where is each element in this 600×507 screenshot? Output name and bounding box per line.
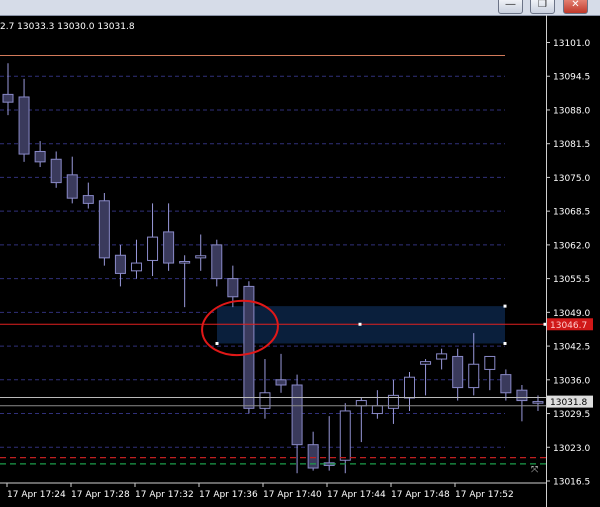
y-tick-label: 13094.5	[553, 73, 590, 83]
current-price-label: 13031.8	[550, 398, 587, 408]
candle-body	[163, 231, 175, 264]
y-tick-label: 13023.0	[553, 444, 590, 454]
candle-body	[50, 158, 62, 184]
y-tick-label: 13088.0	[553, 106, 590, 116]
candle-body	[500, 374, 512, 394]
candle-body	[516, 389, 528, 402]
price-chart[interactable]: 13101.0 13094.5 13088.0 13081.5 13075.0 13068…	[0, 15, 600, 507]
x-tick-label: 17 Apr 17:40	[263, 490, 322, 500]
ohlc-readout: 2.7 13033.3 13030.0 13031.8	[0, 22, 135, 32]
candle-body	[211, 244, 223, 280]
candle-body	[420, 361, 432, 365]
candle-body	[114, 254, 126, 274]
maximize-button[interactable]: ❐	[530, 0, 555, 14]
y-tick-label: 13029.5	[553, 410, 590, 420]
candle-body	[532, 401, 544, 404]
candle-body	[227, 278, 239, 298]
candle-body	[82, 195, 94, 204]
candle-body	[179, 260, 191, 264]
y-tick-label: 13068.5	[553, 208, 590, 218]
candle-body	[98, 200, 110, 259]
candle-body	[355, 400, 367, 407]
drag-handle	[503, 304, 507, 308]
drag-handle	[358, 322, 362, 326]
close-button[interactable]: ✕	[563, 0, 588, 14]
candle-body	[243, 285, 255, 409]
candle-body	[307, 444, 319, 469]
candle-body	[371, 405, 383, 415]
candle-body	[452, 355, 464, 389]
scale-fix-icon[interactable]: ⤧	[531, 464, 538, 475]
minimize-button[interactable]: —	[498, 0, 523, 14]
candle-body	[195, 255, 207, 259]
x-tick-label: 17 Apr 17:36	[199, 490, 258, 500]
x-tick-label: 17 Apr 17:32	[135, 490, 194, 500]
candle-body	[291, 384, 303, 446]
drag-handle	[215, 341, 219, 345]
candle-body	[18, 96, 30, 155]
x-tick-label: 17 Apr 17:52	[455, 490, 514, 500]
y-tick-label: 13075.0	[553, 174, 590, 184]
x-tick-label: 17 Apr 17:48	[391, 490, 450, 500]
red-level-price-label: 13046.7	[550, 321, 587, 331]
chart-window: — ❐ ✕ 13101.0 13094.5 13088.0 13081.5 13075.…	[0, 0, 600, 507]
candle-body	[66, 174, 78, 199]
candle-body	[468, 363, 480, 389]
candle-body	[484, 355, 496, 370]
candle-body	[339, 410, 351, 461]
x-tick-label: 17 Apr 17:24	[7, 490, 66, 500]
drag-handle	[503, 341, 507, 345]
candle-body	[404, 376, 415, 399]
candle-body	[436, 353, 448, 360]
y-tick-label: 13016.5	[553, 478, 590, 488]
y-tick-label: 13101.0	[553, 39, 590, 49]
candle-body	[34, 150, 46, 163]
candle-body	[275, 379, 287, 386]
candle-body	[2, 93, 14, 103]
x-tick-label: 17 Apr 17:44	[327, 490, 386, 500]
y-tick-label: 13036.0	[553, 376, 590, 386]
candle-body	[147, 236, 159, 261]
y-tick-label: 13055.5	[553, 275, 590, 285]
y-tick-label: 13081.5	[553, 140, 590, 150]
window-titlebar: — ❐ ✕	[0, 0, 600, 16]
y-tick-label: 13049.0	[553, 309, 590, 319]
y-tick-label: 13062.0	[553, 241, 590, 251]
candle-body	[130, 262, 142, 272]
x-tick-label: 17 Apr 17:28	[71, 490, 130, 500]
y-tick-label: 13042.5	[553, 343, 590, 353]
